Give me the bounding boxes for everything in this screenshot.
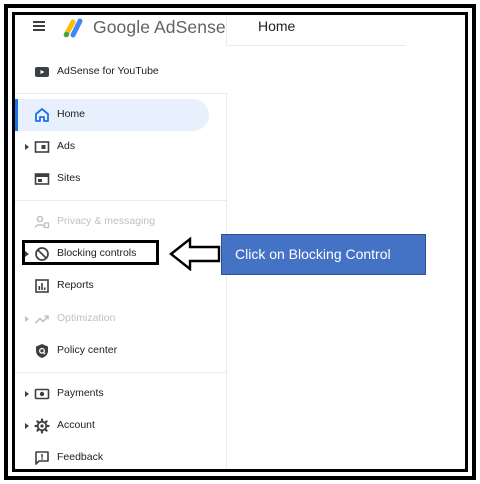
annotation-highlight-box (22, 240, 159, 265)
policy-icon (36, 344, 48, 358)
expand-caret-icon[interactable] (25, 144, 29, 150)
sidebar-item-label: Account (57, 419, 95, 431)
menu-icon[interactable] (33, 19, 49, 33)
ads-icon (34, 141, 50, 153)
sidebar-item-policy-center[interactable]: Policy center (15, 335, 226, 367)
gear-icon (34, 418, 50, 434)
expand-caret-icon[interactable] (25, 423, 29, 429)
optimization-icon (34, 315, 49, 324)
payments-icon (34, 388, 50, 400)
sidebar-item-ads[interactable]: Ads (15, 131, 226, 163)
home-icon (35, 108, 49, 122)
arrow-left-icon (169, 237, 221, 271)
header-divider (226, 15, 227, 45)
feedback-icon (35, 451, 49, 465)
page-title: Home (258, 18, 296, 34)
sidebar-item-label: AdSense for YouTube (57, 65, 159, 77)
sidebar-item-label: Policy center (57, 344, 118, 356)
sidebar-item-label: Payments (57, 387, 104, 399)
sidebar-item-optimization[interactable]: Optimization (15, 303, 226, 335)
sidebar-item-label: Home (57, 108, 86, 120)
screenshot-frame: Google AdSense Home AdSense for YouTube … (12, 12, 468, 472)
sites-icon (34, 173, 50, 185)
sidebar-item-account[interactable]: Account (15, 410, 226, 442)
sidebar-item-label: Reports (57, 279, 94, 291)
sidebar-item-adsense-for-youtube[interactable]: AdSense for YouTube (15, 56, 226, 88)
sidebar-item-label: Privacy & messaging (57, 215, 156, 227)
expand-caret-icon[interactable] (25, 316, 29, 322)
sidebar-item-label: Feedback (57, 451, 104, 463)
privacy-icon (34, 215, 50, 229)
youtube-icon (35, 67, 49, 77)
sidebar-item-label: Sites (57, 172, 81, 184)
annotation-callout: Click on Blocking Control (221, 234, 426, 275)
nav-divider (15, 93, 226, 94)
sidebar-item-label: Optimization (57, 312, 116, 324)
sidebar-item-feedback[interactable]: Feedback (15, 442, 226, 469)
adsense-logo-icon (63, 18, 83, 38)
top-app-bar: Google AdSense Home (15, 15, 465, 47)
sidebar-divider (226, 93, 227, 469)
sidebar-item-home[interactable]: Home (15, 99, 226, 131)
sidebar-item-privacy-messaging[interactable]: Privacy & messaging (15, 206, 226, 238)
nav-divider (15, 372, 226, 373)
sidebar-item-reports[interactable]: Reports (15, 270, 226, 302)
reports-icon (35, 279, 49, 293)
content-header-divider (226, 45, 406, 46)
sidebar-item-sites[interactable]: Sites (15, 163, 226, 195)
nav-divider (15, 200, 226, 201)
expand-caret-icon[interactable] (25, 391, 29, 397)
sidebar-item-label: Ads (57, 140, 76, 152)
app-brand: Google AdSense (93, 17, 226, 37)
sidebar-item-payments[interactable]: Payments (15, 378, 226, 410)
